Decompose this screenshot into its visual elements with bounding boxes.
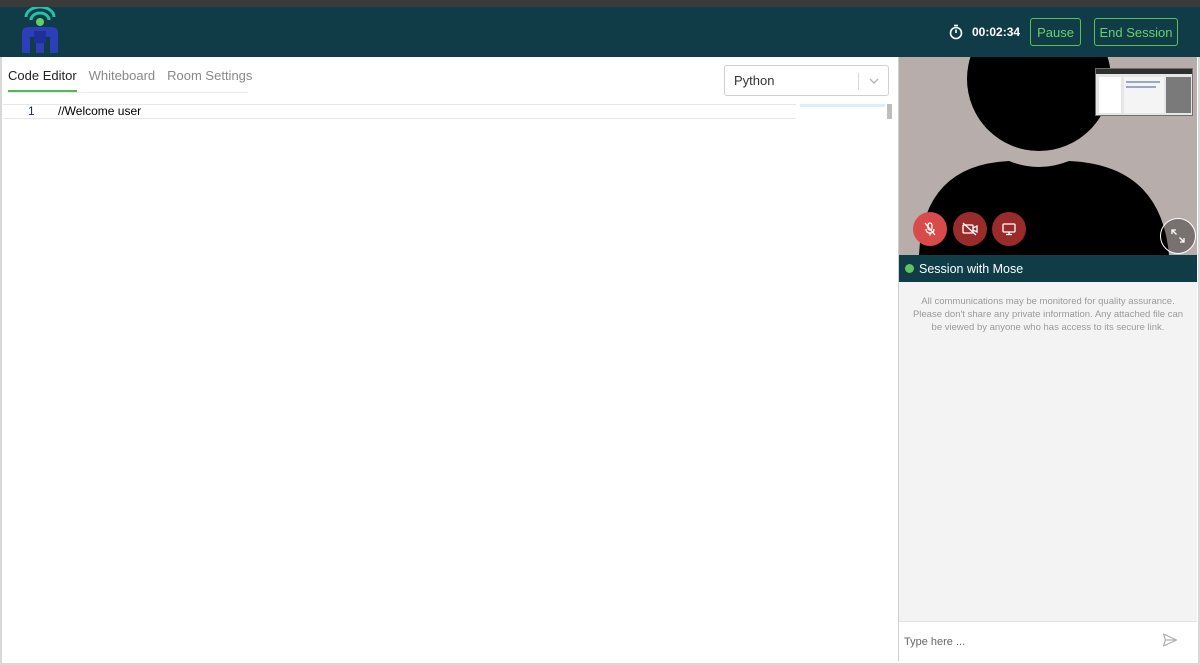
app-logo <box>22 7 58 53</box>
chevron-down-icon[interactable] <box>867 74 881 88</box>
code-editor[interactable]: 1 //Welcome user <box>3 104 896 660</box>
session-timer: 00:02:34 <box>948 23 1020 41</box>
toggle-camera-button[interactable] <box>953 212 987 246</box>
mic-off-icon <box>924 222 936 236</box>
mute-mic-button[interactable] <box>913 212 947 246</box>
line-number: 1 <box>28 104 35 118</box>
timer-value: 00:02:34 <box>972 25 1021 39</box>
tab-room-settings[interactable]: Room Settings <box>167 60 252 92</box>
app-header: 00:02:34 Pause End Session <box>0 7 1200 57</box>
local-screen-preview <box>1096 69 1192 115</box>
send-icon[interactable] <box>1162 632 1178 648</box>
tab-whiteboard[interactable]: Whiteboard <box>89 60 155 92</box>
stopwatch-icon <box>949 24 963 40</box>
code-line[interactable]: //Welcome user <box>58 104 141 118</box>
select-separator <box>858 73 859 90</box>
share-screen-button[interactable] <box>992 212 1026 246</box>
language-select-value: Python <box>734 73 775 88</box>
editor-scrollbar[interactable] <box>887 104 892 119</box>
online-status-dot <box>905 264 914 273</box>
tab-code-editor[interactable]: Code Editor <box>8 60 77 92</box>
screen-share-icon <box>1002 223 1016 236</box>
local-video-thumbnail[interactable] <box>1095 68 1193 116</box>
chat-input[interactable] <box>904 632 1154 652</box>
language-select[interactable]: Python <box>724 65 889 96</box>
end-session-button[interactable]: End Session <box>1094 18 1178 46</box>
expand-video-button[interactable] <box>1160 218 1196 254</box>
session-title-bar: Session with Mose <box>899 255 1197 282</box>
session-title: Session with Mose <box>919 261 1024 276</box>
camera-off-icon <box>962 222 978 236</box>
chat-input-bar <box>899 621 1197 661</box>
pause-button[interactable]: Pause <box>1030 18 1081 46</box>
editor-tabs: Code Editor Whiteboard Room Settings <box>8 60 264 94</box>
tabs-underline <box>8 92 248 93</box>
expand-icon <box>1171 229 1185 243</box>
chat-notice: All communications may be monitored for … <box>912 296 1184 333</box>
window-top-strip <box>0 0 1200 7</box>
editor-minimap[interactable] <box>800 104 885 107</box>
